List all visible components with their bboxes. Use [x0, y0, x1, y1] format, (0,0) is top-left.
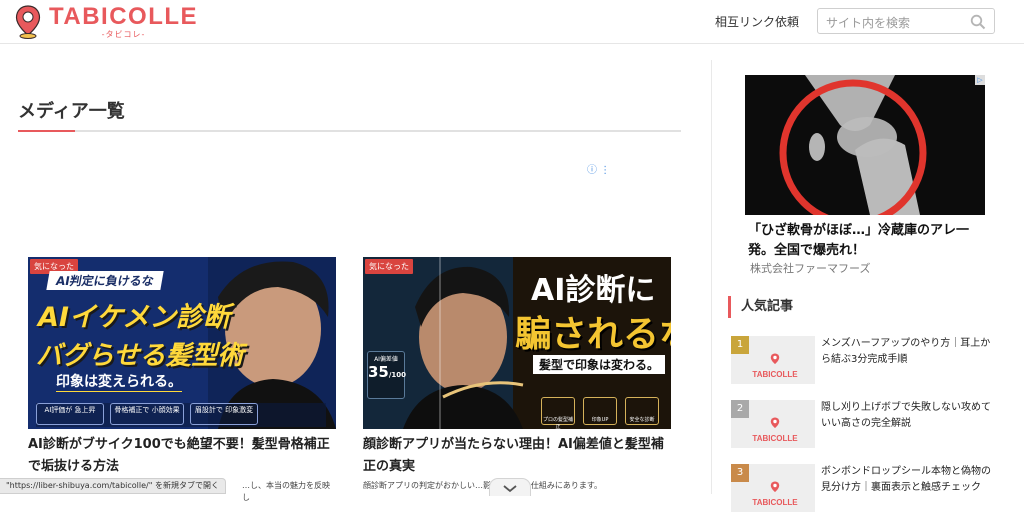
rank-badge: 1: [731, 336, 749, 354]
rank-badge: 3: [731, 464, 749, 482]
title-underline-accent: [18, 130, 75, 132]
hero-tagline: AI判定に負けるな: [46, 271, 164, 290]
thumbnail-logo-text: TABICOLLE: [752, 498, 798, 507]
scroll-down-button[interactable]: [489, 478, 531, 496]
search-icon[interactable]: [970, 14, 986, 30]
popular-article-item[interactable]: 2 TABICOLLE 隠し刈り上げボブで失敗しない攻めていい高さの完全解説: [731, 400, 1001, 448]
site-header: TABICOLLE -タビコレ- 相互リンク依頼 サイト内を検索: [0, 0, 1024, 44]
sidebar-ad-image[interactable]: ▷: [745, 75, 985, 215]
sidebar-ad-sponsor: 株式会社ファーマフーズ: [750, 262, 871, 275]
popular-article-title[interactable]: ボンボンドロップシール本物と偽物の見分け方｜裏面表示と触感チェック: [821, 464, 997, 496]
thumbnail-logo-text: TABICOLLE: [752, 370, 798, 379]
ad-info-icon[interactable]: ▷: [975, 75, 985, 85]
popular-article-thumbnail[interactable]: 2 TABICOLLE: [731, 400, 815, 448]
popular-article-title[interactable]: メンズハーフアップのやり方｜耳上から結ぶ3分完成手順: [821, 336, 997, 368]
hero-headline-2: バグらせる髪型術: [36, 341, 244, 371]
thumbnail-logo: TABICOLLE: [749, 350, 801, 379]
article-thumbnail[interactable]: 気になった AI判定に負けるな AIイケメン診断 バグらせる髪型術 印象は変えら…: [28, 257, 336, 429]
chevron-down-icon: [503, 485, 517, 493]
site-logo[interactable]: TABICOLLE -タビコレ-: [15, 5, 198, 39]
popular-article-item[interactable]: 1 TABICOLLE メンズハーフアップのやり方｜耳上から結ぶ3分完成手順: [731, 336, 1001, 384]
rank-badge: 2: [731, 400, 749, 418]
popular-article-item[interactable]: 3 TABICOLLE ボンボンドロップシール本物と偽物の見分け方｜裏面表示と触…: [731, 464, 1001, 512]
article-title[interactable]: AI診断がブサイク100でも絶望不要！髪型骨格補正で垢抜ける方法: [28, 434, 336, 478]
score-widget: AI偏差値 35/100: [367, 351, 407, 399]
hero-chip: 眉設計で 印象激変: [190, 403, 258, 425]
search-placeholder: サイト内を検索: [826, 16, 911, 30]
score-total: /100: [388, 371, 407, 379]
hero-subline: 髪型で印象は変わる。: [533, 355, 666, 374]
article-card[interactable]: 気になった AI判定に負けるな AIイケメン診断 バグらせる髪型術 印象は変えら…: [28, 257, 336, 504]
article-thumbnail[interactable]: 気になった AI診断に 騙されるな 髪型で印象は変わる。 AI偏差値 35/10…: [363, 257, 671, 429]
thumbnail-logo: TABICOLLE: [749, 414, 801, 443]
hero-chip: プロの髪型補正: [541, 397, 575, 429]
popular-article-thumbnail[interactable]: 1 TABICOLLE: [731, 336, 815, 384]
popular-article-thumbnail[interactable]: 3 TABICOLLE: [731, 464, 815, 512]
mutual-link-request-link[interactable]: 相互リンク依頼: [715, 13, 799, 30]
page-title: メディア一覧: [18, 101, 125, 122]
link-status-tooltip: "https://liber-shibuya.com/tabicolle/" を…: [0, 478, 226, 494]
hero-chip: 安全な診断: [625, 397, 659, 425]
hero-headline-2: 騙されるな: [515, 314, 671, 355]
hero-chip: 骨格補正で 小顔効果: [110, 403, 184, 425]
popular-article-title[interactable]: 隠し刈り上げボブで失敗しない攻めていい高さの完全解説: [821, 400, 997, 432]
map-pin-icon: [770, 417, 780, 428]
map-pin-icon: [15, 5, 41, 39]
logo-subtitle: -タビコレ-: [101, 30, 146, 39]
score-caption: AI偏差値: [374, 356, 398, 363]
title-underline: [18, 130, 681, 132]
adchoices-icon[interactable]: ⓘ ⋮: [587, 161, 610, 176]
sidebar-ad-title[interactable]: 「ひざ軟骨がほぼ…」冷蔵庫のアレ一発。全国で爆売れ！: [748, 221, 988, 261]
hero-subline: 印象は変えられる。: [56, 371, 182, 392]
article-title[interactable]: 顔診断アプリが当たらない理由！AI偏差値と髪型補正の真実: [363, 434, 671, 478]
hero-chip: 印象UP: [583, 397, 617, 425]
map-pin-icon: [770, 353, 780, 364]
hero-chip: AI評価が 急上昇: [36, 403, 104, 425]
logo-wordmark: TABICOLLE: [49, 3, 199, 30]
score-value: 35: [368, 363, 389, 381]
hero-headline: AI診断に: [531, 273, 656, 308]
article-card[interactable]: 気になった AI診断に 騙されるな 髪型で印象は変わる。 AI偏差値 35/10…: [363, 257, 671, 492]
column-divider: [711, 60, 712, 494]
thumbnail-logo-text: TABICOLLE: [752, 434, 798, 443]
site-search-input[interactable]: サイト内を検索: [817, 8, 995, 34]
thumbnail-logo: TABICOLLE: [749, 478, 801, 507]
popular-articles-heading: 人気記事: [728, 296, 793, 318]
article-badge: 気になった: [365, 259, 413, 274]
map-pin-icon: [770, 481, 780, 492]
hero-headline: AIイケメン診断: [38, 302, 231, 333]
